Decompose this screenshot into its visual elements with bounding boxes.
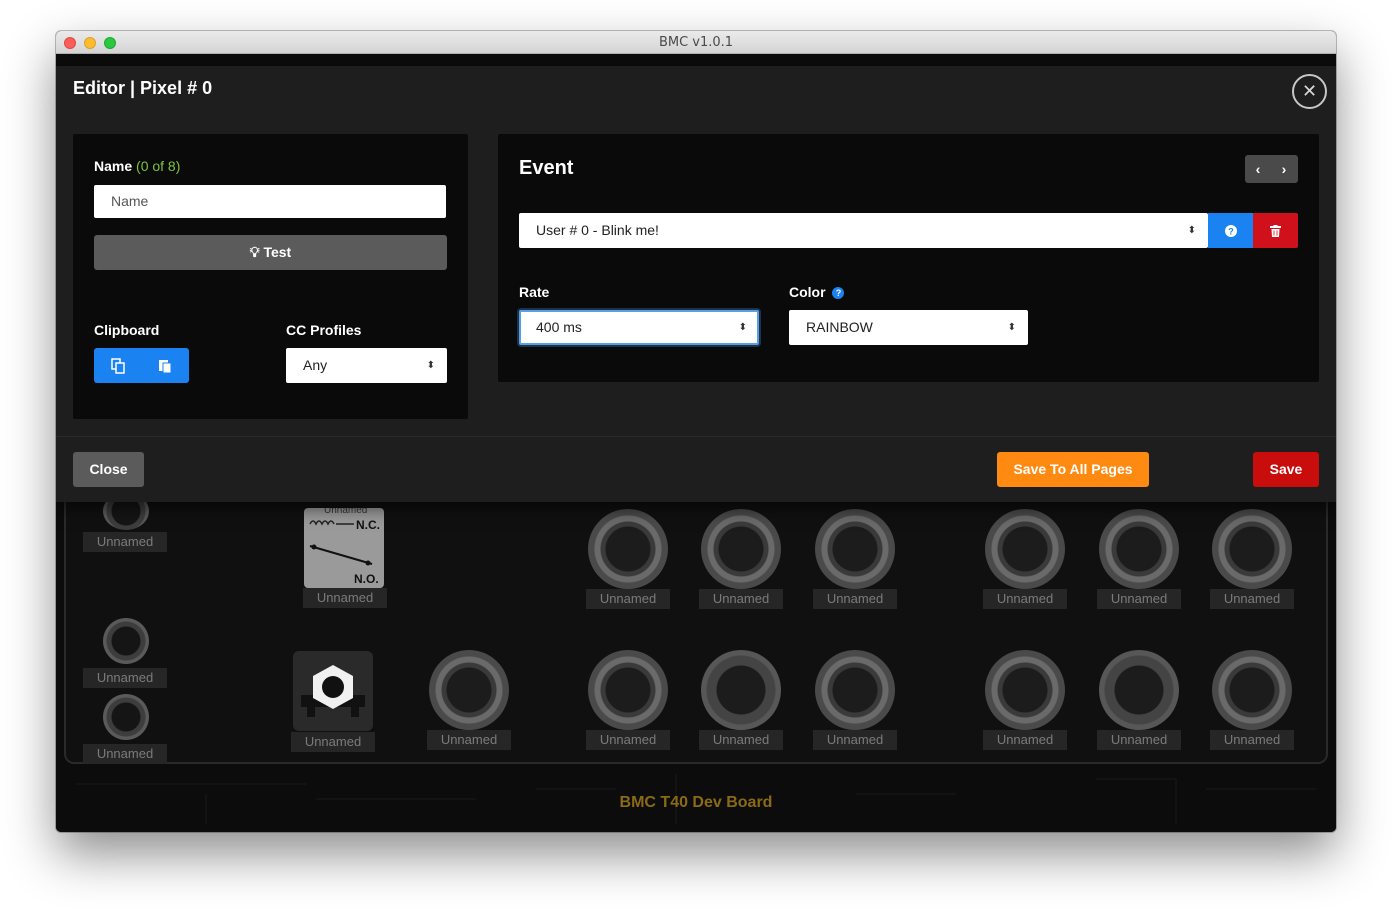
component-label: Unnamed xyxy=(291,732,375,752)
copy-icon xyxy=(110,357,125,374)
component-label: Unnamed xyxy=(699,589,783,609)
name-char-count: (0 of 8) xyxy=(136,158,181,174)
chevron-left-icon: ‹ xyxy=(1255,161,1261,177)
cc-profiles-label: CC Profiles xyxy=(286,322,362,338)
component-label: Unnamed xyxy=(983,730,1067,750)
modal-footer-divider xyxy=(56,436,1336,437)
component-label: Unnamed xyxy=(83,744,167,764)
app-window: BMC v1.0.1 Unnamed Unnamed Unnamed Unnam… xyxy=(56,31,1336,832)
modal-close-button[interactable]: ✕ xyxy=(1292,74,1327,109)
chevron-right-icon: › xyxy=(1281,161,1287,177)
relay-switch-icon: Unnamed N.C. N.O. xyxy=(309,505,380,586)
name-input[interactable]: Name xyxy=(94,185,446,218)
color-help-icon[interactable]: ? xyxy=(832,287,845,300)
next-event-button[interactable]: › xyxy=(1271,155,1297,183)
event-help-button[interactable]: ? xyxy=(1208,213,1253,248)
lightbulb-icon: 💡︎ xyxy=(249,244,260,260)
settings-card: Name (0 of 8) Name 💡︎ Test Clipboard CC … xyxy=(73,134,468,419)
close-icon: ✕ xyxy=(1301,81,1318,101)
svg-text:Unnamed: Unnamed xyxy=(324,508,367,516)
trash-icon xyxy=(1270,224,1281,237)
clipboard-label: Clipboard xyxy=(94,322,160,338)
component-label: Unnamed xyxy=(699,730,783,750)
name-label: Name (0 of 8) xyxy=(94,158,181,174)
title-bar: BMC v1.0.1 xyxy=(56,31,1336,54)
paste-icon xyxy=(158,359,171,373)
event-nav-group: ‹ › xyxy=(1245,155,1298,183)
component-label: Unnamed xyxy=(83,532,167,552)
event-card: Event ‹ › User # 0 - Blink me! ⬍ ? Rate … xyxy=(498,134,1319,382)
component-label: Unnamed xyxy=(586,730,670,750)
paste-button[interactable] xyxy=(141,348,188,383)
event-title: Event xyxy=(519,157,574,179)
clipboard-button-group xyxy=(94,348,189,383)
component-label: Unnamed xyxy=(813,589,897,609)
board-title: BMC T40 Dev Board xyxy=(619,794,773,811)
cc-profiles-select[interactable]: Any ⬍ xyxy=(286,348,447,383)
svg-text:N.C.: N.C. xyxy=(356,518,380,532)
hex-nut-icon xyxy=(301,665,365,717)
save-button[interactable]: Save xyxy=(1253,452,1319,487)
color-select[interactable]: RAINBOW ⬍ xyxy=(789,310,1028,345)
window-title: BMC v1.0.1 xyxy=(658,35,734,50)
component-label: Unnamed xyxy=(83,668,167,688)
event-select[interactable]: User # 0 - Blink me! ⬍ xyxy=(519,213,1208,248)
pot-nut-component[interactable] xyxy=(293,651,373,731)
component-label: Unnamed xyxy=(586,589,670,609)
svg-text:?: ? xyxy=(1228,226,1234,236)
rate-select[interactable]: 400 ms ⬍ xyxy=(519,310,759,345)
select-arrows-icon: ⬍ xyxy=(426,360,435,371)
component-label: Unnamed xyxy=(813,730,897,750)
select-arrows-icon: ⬍ xyxy=(1187,225,1196,236)
component-label: Unnamed xyxy=(983,589,1067,609)
component-label: Unnamed xyxy=(427,730,511,750)
color-label: Color ? xyxy=(789,284,845,300)
select-arrows-icon: ⬍ xyxy=(738,322,747,333)
event-delete-button[interactable] xyxy=(1253,213,1298,248)
question-circle-icon: ? xyxy=(1224,224,1237,237)
component-label: Unnamed xyxy=(303,588,387,608)
copy-button[interactable] xyxy=(94,348,141,383)
relay-component[interactable]: Unnamed N.C. N.O. xyxy=(304,505,384,588)
component-label: Unnamed xyxy=(1097,589,1181,609)
test-button[interactable]: 💡︎ Test xyxy=(94,235,447,270)
component-label: Unnamed xyxy=(1210,730,1294,750)
component-label: Unnamed xyxy=(1097,730,1181,750)
svg-text:N.O.: N.O. xyxy=(354,572,379,586)
close-button[interactable]: Close xyxy=(73,452,144,487)
component-label: Unnamed xyxy=(1210,589,1294,609)
select-arrows-icon: ⬍ xyxy=(1007,322,1016,333)
prev-event-button[interactable]: ‹ xyxy=(1245,155,1271,183)
rate-label: Rate xyxy=(519,284,550,300)
pixel-editor-modal: Editor | Pixel # 0 ✕ Name (0 of 8) Name … xyxy=(56,66,1336,502)
modal-title: Editor | Pixel # 0 xyxy=(73,78,213,98)
save-to-all-pages-button[interactable]: Save To All Pages xyxy=(997,452,1149,487)
